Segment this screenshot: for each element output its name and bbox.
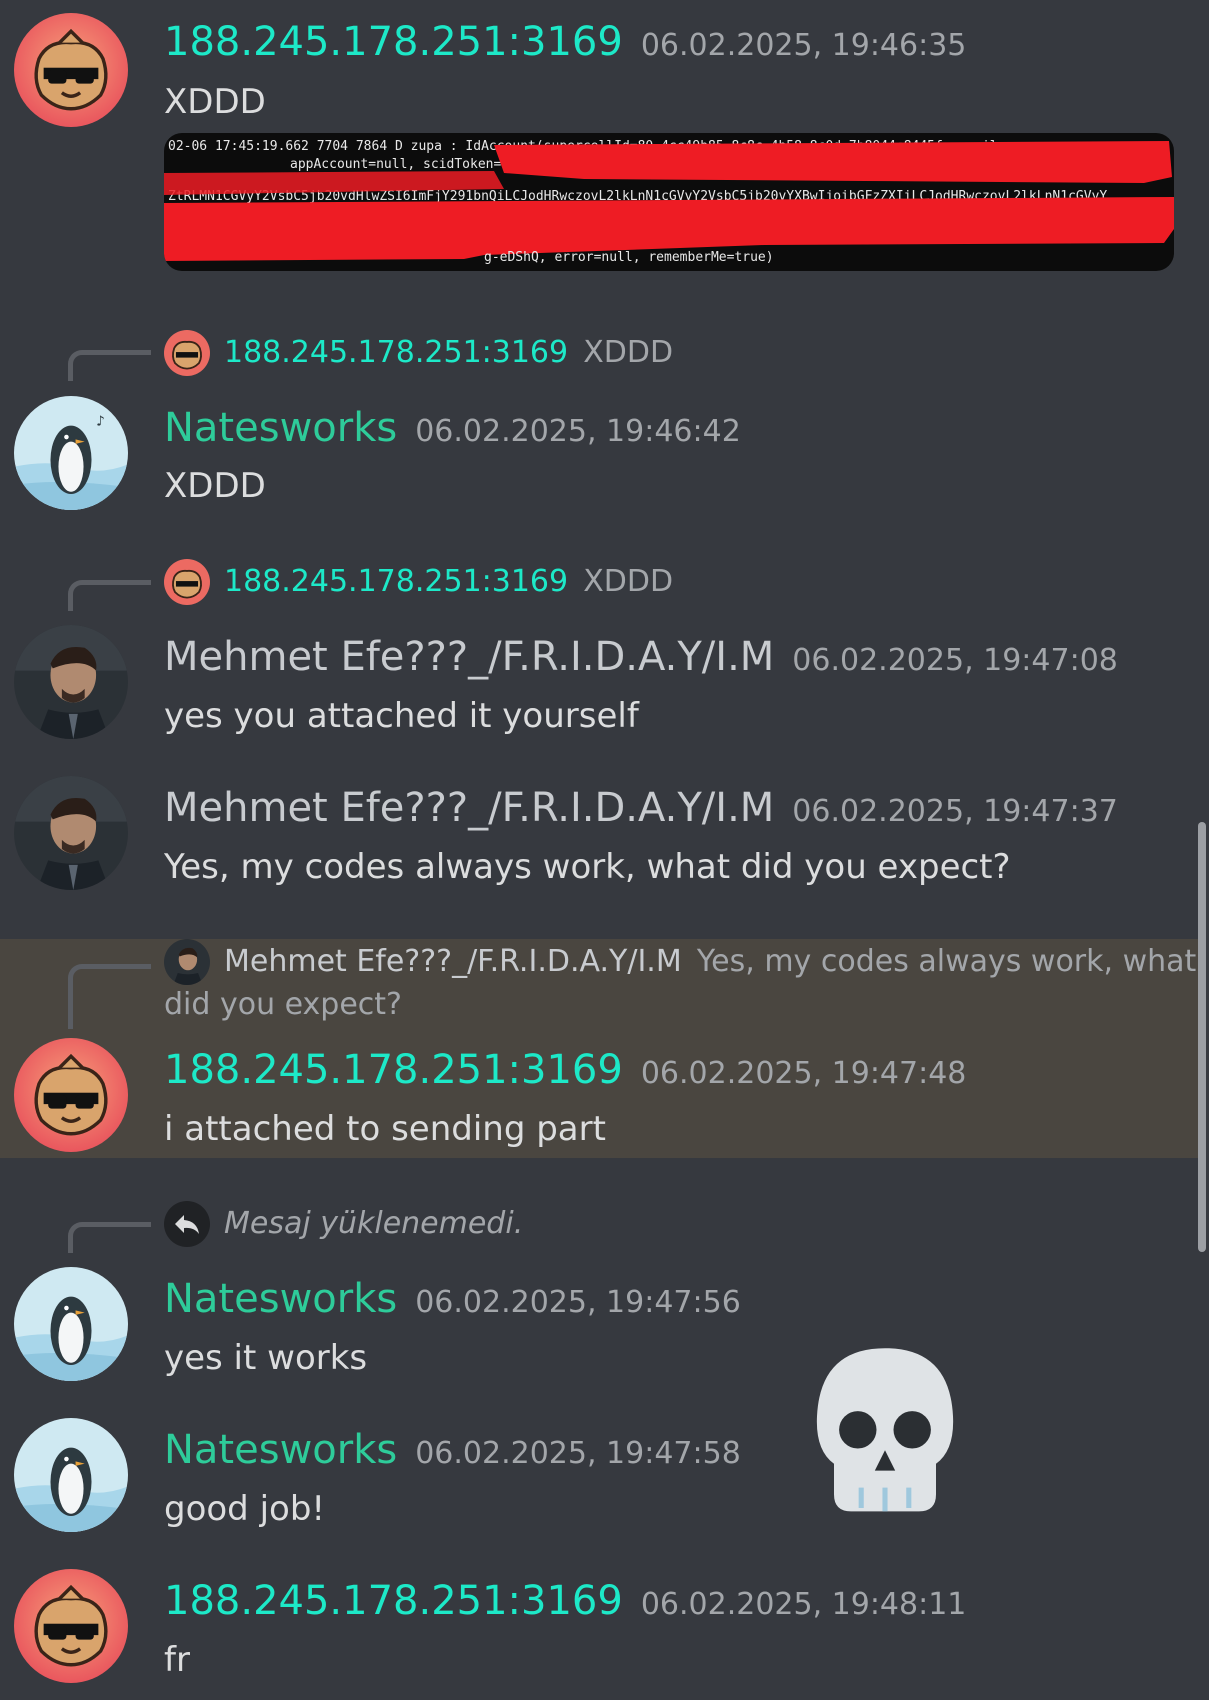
avatar-ip-user[interactable]	[14, 13, 128, 127]
message-text: i attached to sending part	[164, 1109, 606, 1149]
avatar-ip-user[interactable]	[14, 1038, 128, 1152]
penguin-avatar-icon	[14, 1418, 128, 1532]
message-timestamp: 06.02.2025, 19:47:58	[415, 1436, 741, 1471]
message-author[interactable]: 188.245.178.251:3169 06.02.2025, 19:46:35	[164, 22, 966, 62]
message-text: yes it works	[164, 1338, 368, 1378]
reply-preview[interactable]: 188.245.178.251:3169 XDDD	[224, 338, 673, 368]
message-author[interactable]: Mehmet Efe???_/F.R.I.D.A.Y/I.M 06.02.2025…	[164, 637, 1118, 677]
reply-avatar[interactable]	[164, 330, 210, 376]
message-timestamp: 06.02.2025, 19:46:35	[640, 28, 967, 63]
message-author[interactable]: Natesworks 06.02.2025, 19:46:42	[164, 408, 741, 448]
reply-avatar[interactable]	[164, 939, 210, 985]
attachment-image[interactable]: 02-06 17:45:19.662 7704 7864 D zupa : Id…	[164, 133, 1174, 271]
skull-icon	[800, 1338, 970, 1528]
reply-connector	[68, 580, 151, 611]
reply-avatar[interactable]	[164, 559, 210, 605]
message-text: yes you attached it yourself	[164, 696, 639, 736]
message-timestamp: 06.02.2025, 19:48:11	[640, 1587, 967, 1622]
svg-text:♪: ♪	[96, 414, 105, 430]
message-timestamp: 06.02.2025, 19:47:56	[415, 1285, 741, 1320]
message-author[interactable]: 188.245.178.251:3169 06.02.2025, 19:48:11	[164, 1581, 966, 1621]
message-timestamp: 06.02.2025, 19:46:42	[415, 414, 741, 449]
message-text: Yes, my codes always work, what did you …	[164, 847, 1011, 887]
penguin-avatar-icon	[14, 1267, 128, 1381]
message-timestamp: 06.02.2025, 19:47:37	[792, 794, 1118, 829]
man-portrait-avatar-icon	[14, 625, 128, 739]
avatar-natesworks[interactable]: ♪	[14, 396, 128, 510]
message-text: XDDD	[164, 466, 266, 506]
reply-text: XDDD	[583, 335, 674, 370]
attachment-line: g-eDShQ, error=null, rememberMe=true)	[484, 250, 774, 265]
sunglasses-bear-avatar-icon	[164, 559, 210, 605]
reply-author: Mehmet Efe???_/F.R.I.D.A.Y/I.M	[224, 944, 682, 979]
reply-author: 188.245.178.251:3169	[224, 335, 569, 370]
reply-arrow-icon	[164, 1201, 210, 1247]
message-author[interactable]: Mehmet Efe???_/F.R.I.D.A.Y/I.M 06.02.2025…	[164, 788, 1118, 828]
man-portrait-avatar-icon	[14, 776, 128, 890]
sunglasses-bear-avatar-icon	[14, 1038, 128, 1152]
reply-text: did you expect?	[164, 987, 402, 1022]
message-timestamp: 06.02.2025, 19:47:08	[792, 643, 1118, 678]
sunglasses-bear-avatar-icon	[14, 13, 128, 127]
message-timestamp: 06.02.2025, 19:47:48	[640, 1056, 967, 1091]
message-author[interactable]: Natesworks 06.02.2025, 19:47:56	[164, 1279, 741, 1319]
message-author[interactable]: 188.245.178.251:3169 06.02.2025, 19:47:48	[164, 1050, 966, 1090]
message-text: good job!	[164, 1489, 326, 1529]
avatar-natesworks[interactable]	[14, 1418, 128, 1532]
message-author[interactable]: Natesworks 06.02.2025, 19:47:58	[164, 1430, 741, 1470]
reply-connector	[68, 964, 151, 1029]
message-text: XDDD	[164, 82, 266, 122]
avatar-ip-user[interactable]	[14, 1569, 128, 1683]
reply-connector	[68, 350, 151, 381]
avatar-natesworks[interactable]	[14, 1267, 128, 1381]
reply-text: Yes, my codes always work, what	[696, 944, 1197, 979]
man-portrait-avatar-icon	[164, 939, 210, 985]
sunglasses-bear-avatar-icon	[164, 330, 210, 376]
reply-preview[interactable]: 188.245.178.251:3169 XDDD	[224, 567, 673, 597]
scrollbar-thumb[interactable]	[1198, 822, 1206, 1252]
sunglasses-bear-avatar-icon	[14, 1569, 128, 1683]
avatar-mehmet[interactable]	[14, 625, 128, 739]
reply-author: 188.245.178.251:3169	[224, 564, 569, 599]
message-text: fr	[164, 1640, 190, 1680]
avatar-mehmet[interactable]	[14, 776, 128, 890]
reply-preview[interactable]: Mehmet Efe???_/F.R.I.D.A.Y/I.M Yes, my c…	[224, 947, 1196, 977]
penguin-avatar-icon: ♪	[14, 396, 128, 510]
reply-connector	[68, 1222, 151, 1253]
reply-unavailable-text: Mesaj yüklenemedi.	[224, 1206, 524, 1241]
reply-text: XDDD	[583, 564, 674, 599]
